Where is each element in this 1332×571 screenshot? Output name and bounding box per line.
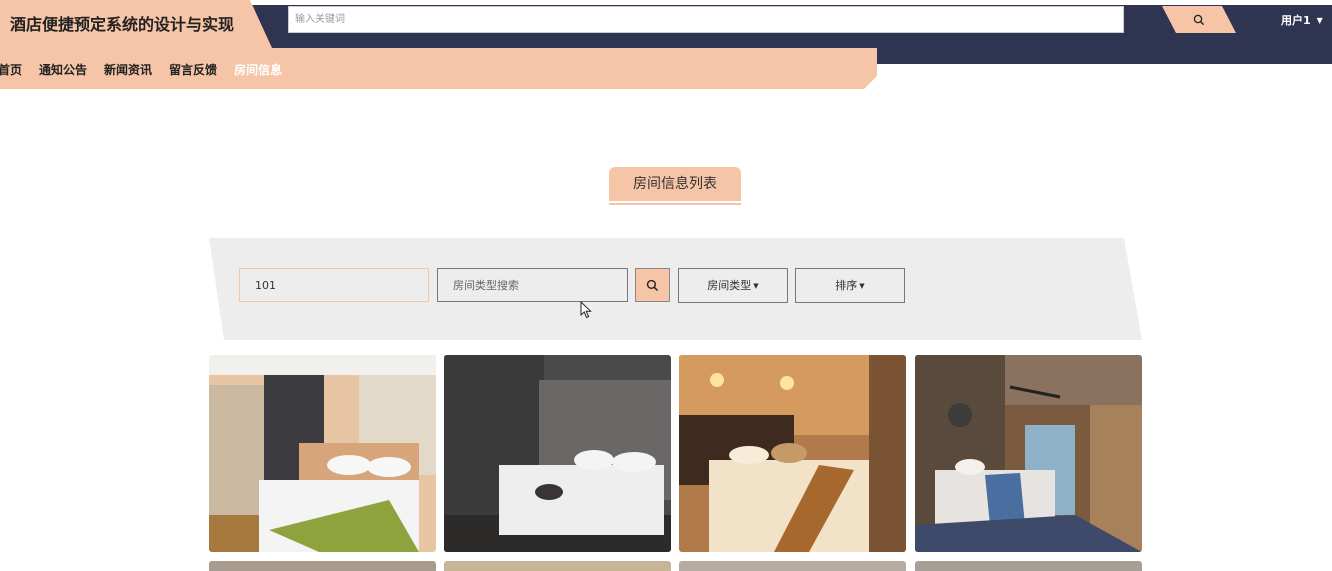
room-number-input[interactable]	[239, 268, 429, 302]
nav-item-home[interactable]: 首页	[0, 61, 22, 78]
sort-dropdown[interactable]: 排序 ▼	[795, 268, 905, 303]
room-card-6[interactable]	[444, 561, 671, 571]
room-photo-3	[679, 355, 906, 552]
room-card-8[interactable]	[915, 561, 1142, 571]
section-underline	[609, 203, 741, 205]
nav-item-news[interactable]: 新闻资讯	[104, 61, 152, 78]
room-card-2[interactable]	[444, 355, 671, 552]
main-nav: 首页 通知公告 新闻资讯 留言反馈 房间信息	[0, 61, 282, 78]
search-icon	[1193, 14, 1205, 26]
sort-dropdown-label: 排序	[835, 279, 858, 292]
room-card-4[interactable]	[915, 355, 1142, 552]
room-type-search-input[interactable]	[437, 268, 628, 302]
section-title: 房间信息列表	[609, 167, 741, 201]
site-title: 酒店便捷预定系统的设计与实现	[10, 15, 235, 34]
room-type-dropdown-label: 房间类型	[707, 279, 752, 292]
search-icon	[646, 279, 659, 292]
keyword-search-input[interactable]	[288, 6, 1124, 33]
room-card-5[interactable]	[209, 561, 436, 571]
filter-search-button[interactable]	[635, 268, 670, 302]
room-card-3[interactable]	[679, 355, 906, 552]
caret-down-icon: ▼	[859, 282, 865, 290]
caret-down-icon: ▼	[1316, 16, 1323, 25]
user-name: 用户1	[1281, 14, 1311, 27]
room-type-dropdown[interactable]: 房间类型 ▼	[678, 268, 788, 303]
room-photo-2	[444, 355, 671, 552]
room-card-1[interactable]	[209, 355, 436, 552]
room-card-7[interactable]	[679, 561, 906, 571]
nav-item-rooms[interactable]: 房间信息	[234, 61, 282, 78]
room-photo-1	[209, 355, 436, 552]
user-menu[interactable]: 用户1 ▼	[1281, 12, 1323, 28]
nav-item-feedback[interactable]: 留言反馈	[169, 61, 217, 78]
room-photo-4	[915, 355, 1142, 552]
nav-item-notices[interactable]: 通知公告	[39, 61, 87, 78]
mouse-cursor-icon	[580, 301, 592, 319]
caret-down-icon: ▼	[753, 282, 759, 290]
